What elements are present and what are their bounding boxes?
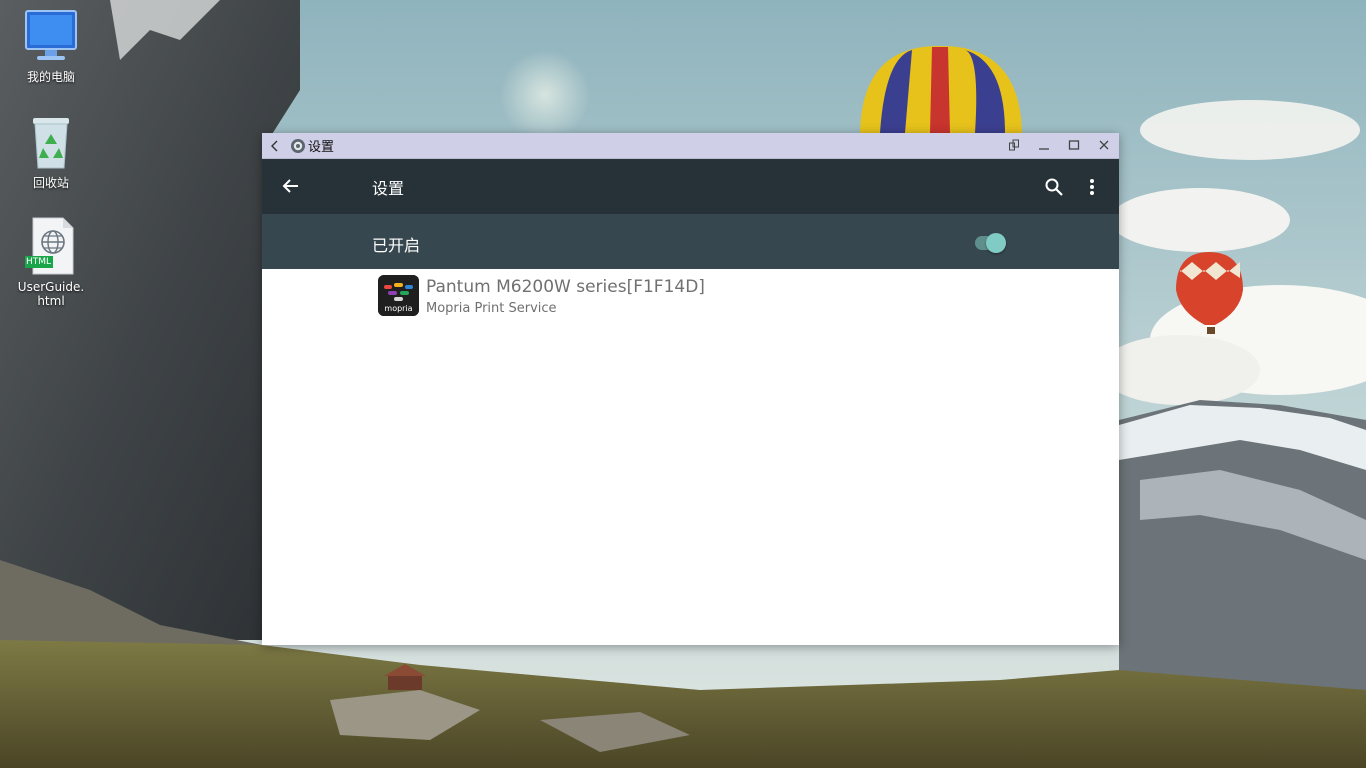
rotate-button[interactable] [999, 133, 1029, 159]
printer-service: Mopria Print Service [426, 301, 557, 316]
desktop-icon-recycle-bin[interactable]: 回收站 [6, 112, 96, 190]
html-badge: HTML [26, 257, 52, 267]
back-icon[interactable] [264, 133, 286, 159]
computer-icon [21, 6, 81, 66]
app-toolbar: 设置 [262, 159, 1119, 214]
desktop-icon-my-computer[interactable]: 我的电脑 [6, 6, 96, 84]
search-icon[interactable] [1041, 174, 1067, 200]
maximize-icon [1068, 136, 1080, 155]
recycle-bin-icon [21, 112, 81, 172]
html-file-icon: HTML [21, 216, 81, 276]
desktop-icon-userguide[interactable]: HTML UserGuide.html [6, 216, 96, 308]
printer-name: Pantum M6200W series[F1F14D] [426, 277, 705, 297]
more-vert-icon[interactable] [1079, 174, 1105, 200]
service-switch-label: 已开启 [372, 236, 421, 255]
window-titlebar[interactable]: 设置 [262, 133, 1119, 159]
desktop-icon-label: 我的电脑 [26, 70, 75, 84]
switch-thumb [986, 233, 1006, 253]
settings-window: 设置 设置 已开启 mopria Pantum M6200W series[F1… [262, 133, 1119, 645]
service-switch-bar: 已开启 [262, 214, 1119, 269]
minimize-button[interactable] [1029, 133, 1059, 159]
close-button[interactable] [1089, 133, 1119, 159]
close-icon [1098, 136, 1110, 155]
rotate-icon [1008, 136, 1020, 155]
settings-gear-icon [290, 138, 306, 154]
mopria-icon: mopria [378, 275, 419, 316]
service-toggle-switch[interactable] [975, 233, 1007, 253]
desktop-icon-label: 回收站 [32, 176, 69, 190]
desktop-icon-label: UserGuide.html [17, 280, 85, 308]
minimize-icon [1038, 136, 1050, 155]
window-title: 设置 [308, 140, 335, 155]
page-title: 设置 [372, 179, 405, 198]
maximize-button[interactable] [1059, 133, 1089, 159]
mopria-icon-text: mopria [384, 304, 413, 313]
printer-list-item[interactable]: mopria Pantum M6200W series[F1F14D] Mopr… [262, 270, 1119, 322]
arrow-back-icon[interactable] [278, 173, 304, 199]
